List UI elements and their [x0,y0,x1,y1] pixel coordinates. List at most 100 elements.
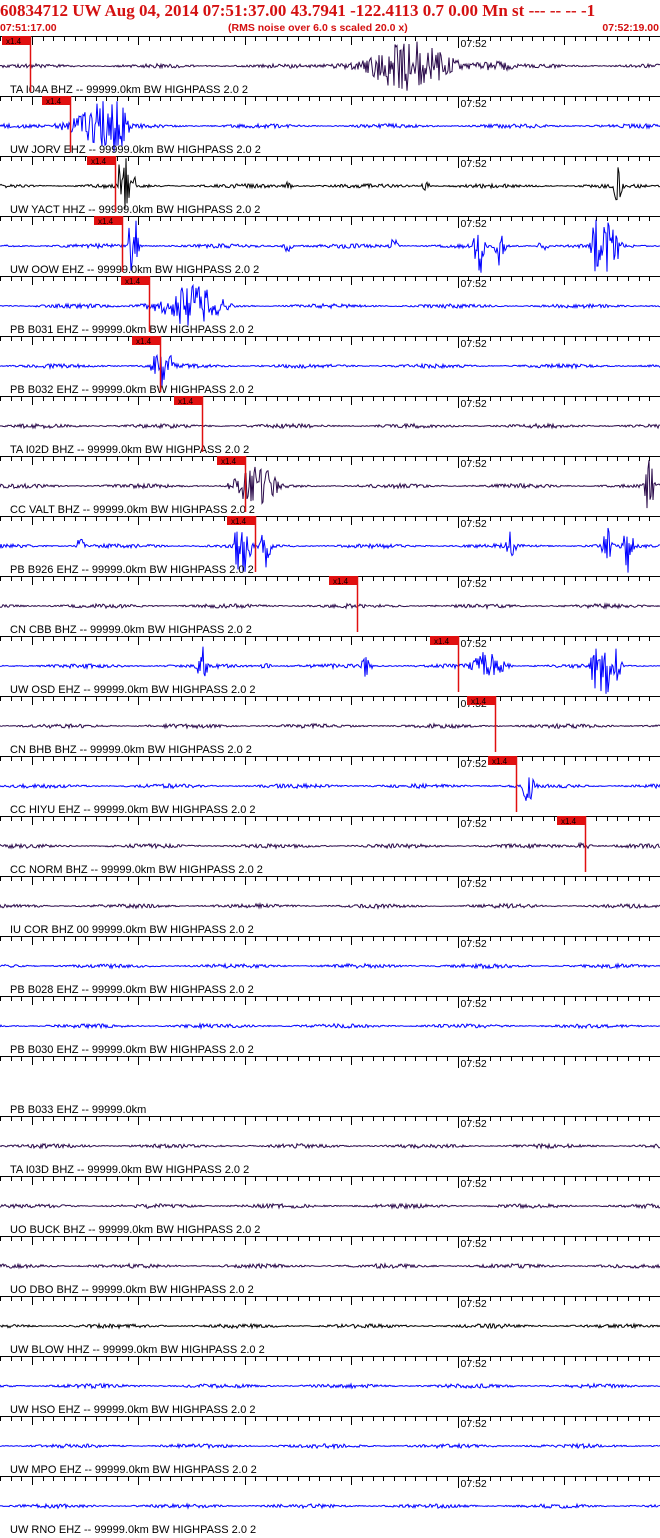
minute-tick-label: 07:52 [461,998,487,1010]
trace-row: 07:52 UW OOW EHZ -- 99999.0km BW HIGHPASS… [0,216,660,276]
trace-row: 07:52 UW BLOW HHZ -- 99999.0km BW HIGHPAS… [0,1296,660,1356]
trace-row: 07:52 UO BUCK BHZ -- 99999.0km BW HIGHPAS… [0,1176,660,1236]
minute-tick-label: 07:52 [461,38,487,50]
trace-row: 07:52 PB B028 EHZ -- 99999.0km BW HIGHPAS… [0,936,660,996]
trace-row: 07:52 CC HIYU EHZ -- 99999.0km BW HIGHPAS… [0,756,660,816]
minute-tick-label: 07:52 [461,1418,487,1430]
pick-flag-label: x1.4 [46,97,62,106]
trace-row: 07:52 TA I02D BHZ -- 99999.0km BW HIGHPAS… [0,396,660,456]
station-label: UW OOW EHZ -- 99999.0km BW HIGHPASS 2.0 … [10,264,259,276]
station-label: PB B033 EHZ -- 99999.0km [10,1104,146,1116]
trace-row: 07:52 CC VALT BHZ -- 99999.0km BW HIGHPAS… [0,456,660,516]
trace-row: 07:52 TA I03D BHZ -- 99999.0km BW HIGHPAS… [0,1116,660,1176]
minute-tick-label: 07:52 [461,278,487,290]
station-label: UO DBO BHZ -- 99999.0km BW HIGHPASS 2.0 … [10,1284,254,1296]
waveform [0,1442,660,1450]
trace-row: 07:52 TA I04A BHZ -- 99999.0km BW HIGHPAS… [0,36,660,96]
station-label: TA I03D BHZ -- 99999.0km BW HIGHPASS 2.0… [10,1164,249,1176]
trace-row: 07:52 UW JORV EHZ -- 99999.0km BW HIGHPAS… [0,96,660,156]
station-label: PB B032 EHZ -- 99999.0km BW HIGHPASS 2.0… [10,384,254,396]
minute-tick-label: 07:52 [461,818,487,830]
minute-tick-label: 07:52 [461,158,487,170]
pick-flag-label: x1.4 [434,637,450,646]
pick-flag-label: x1.4 [221,457,237,466]
station-label: IU COR BHZ 00 99999.0km BW HIGHPASS 2.0 … [10,924,254,936]
station-label: PB B926 EHZ -- 99999.0km BW HIGHPASS 2.0… [10,564,254,576]
minute-tick-label: 07:52 [461,458,487,470]
pick-flag-label: x1.4 [98,217,114,226]
waveform [0,1322,660,1330]
seismogram-plot: 07:52 TA I04A BHZ -- 99999.0km BW HIGHPAS… [0,36,660,1536]
station-label: CN BHB BHZ -- 99999.0km BW HIGHPASS 2.0 … [10,744,252,756]
station-label: UO BUCK BHZ -- 99999.0km BW HIGHPASS 2.0… [10,1224,260,1236]
trace-row: 07:52CN BHB BHZ -- 99999.0km BW HIGHPASS… [0,696,660,756]
trace-row: 07:52 PB B031 EHZ -- 99999.0km BW HIGHPAS… [0,276,660,336]
trace-row: 07:52 UW HSO EHZ -- 99999.0km BW HIGHPASS… [0,1356,660,1416]
minute-tick-label: 07:52 [461,1298,487,1310]
waveform [0,901,660,910]
minute-tick-label: 07:52 [461,98,487,110]
station-label: CN CBB BHZ -- 99999.0km BW HIGHPASS 2.0 … [10,624,252,636]
waveform [0,841,660,850]
minute-tick-label: 07:52 [461,578,487,590]
waveform [0,422,660,430]
chart-title: 60834712 UW Aug 04, 2014 07:51:37.00 43.… [0,1,596,20]
pick-flag-label: x1.4 [561,817,577,826]
station-label: UW OSD EHZ -- 99999.0km BW HIGHPASS 2.0 … [10,684,256,696]
pick-flag-label: x1.4 [231,517,247,526]
minute-tick-label: 07:52 [461,878,487,890]
waveform [0,777,660,801]
station-label: UW JORV EHZ -- 99999.0km BW HIGHPASS 2.0… [10,144,261,156]
pick-flag-label: x1.4 [91,157,107,166]
station-label: PB B031 EHZ -- 99999.0km BW HIGHPASS 2.0… [10,324,254,336]
station-label: UW MPO EHZ -- 99999.0km BW HIGHPASS 2.0 … [10,1464,257,1476]
waveform [0,1502,660,1510]
trace-row: 07:52 UW MPO EHZ -- 99999.0km BW HIGHPASS… [0,1416,660,1476]
pick-flag-label: x1.4 [333,577,349,586]
minute-tick-label: 07:52 [461,1178,487,1190]
waveform [0,1382,660,1390]
trace-row: 07:52 PB B926 EHZ -- 99999.0km BW HIGHPAS… [0,516,660,576]
station-label: PB B028 EHZ -- 99999.0km BW HIGHPASS 2.0… [10,984,254,996]
minute-tick-label: 07:52 [461,1238,487,1250]
waveform [0,962,660,970]
minute-tick-label: 07:52 [461,398,487,410]
rms-note-label: (RMS noise over 6.0 s scaled 20.0 x) [228,22,408,34]
waveform [0,602,660,610]
minute-tick-label: 07:52 [461,1058,487,1070]
trace-row: 07:52 UW YACT HHZ -- 99999.0km BW HIGHPAS… [0,156,660,216]
minute-tick-label: 07:52 [461,338,487,350]
pick-flag-label: x1.4 [178,397,194,406]
minute-tick-label: 07:52 [461,1358,487,1370]
minute-tick-label: 07:52 [461,758,487,770]
station-label: CC NORM BHZ -- 99999.0km BW HIGHPASS 2.0… [10,864,263,876]
trace-row: 07:52 PB B030 EHZ -- 99999.0km BW HIGHPAS… [0,996,660,1056]
minute-tick-label: 07:52 [461,518,487,530]
minute-tick-label: 07:52 [461,218,487,230]
pick-flag-label: x1.4 [6,37,22,46]
trace-row: 07:52 CN CBB BHZ -- 99999.0km BW HIGHPASS… [0,576,660,636]
station-label: UW YACT HHZ -- 99999.0km BW HIGHPASS 2.0… [10,204,260,216]
minute-tick-label: 07:52 [461,638,487,650]
pick-flag-label: x1.4 [492,757,508,766]
waveform [0,353,660,387]
trace-row: 07:52 UW OSD EHZ -- 99999.0km BW HIGHPASS… [0,636,660,696]
waveform [0,460,660,509]
end-time-label: 07:52:19.00 [602,22,659,34]
waveform [0,1142,660,1150]
station-label: PB B030 EHZ -- 99999.0km BW HIGHPASS 2.0… [10,1044,254,1056]
station-label: UW BLOW HHZ -- 99999.0km BW HIGHPASS 2.0… [10,1344,265,1356]
station-label: CC HIYU EHZ -- 99999.0km BW HIGHPASS 2.0… [10,804,256,816]
trace-row: 07:52 PB B032 EHZ -- 99999.0km BW HIGHPAS… [0,336,660,396]
station-label: UW RNO EHZ -- 99999.0km BW HIGHPASS 2.0 … [10,1524,256,1536]
pick-flag-label: x1.4 [125,277,141,286]
pick-flag-label: x1.4 [471,697,487,706]
trace-row: 07:52 UW RNO EHZ -- 99999.0km BW HIGHPASS… [0,1476,660,1536]
station-label: UW HSO EHZ -- 99999.0km BW HIGHPASS 2.0 … [10,1404,256,1416]
station-label: TA I04A BHZ -- 99999.0km BW HIGHPASS 2.0… [10,84,248,96]
waveform [0,1022,660,1030]
trace-row: 07:52 CC NORM BHZ -- 99999.0km BW HIGHPAS… [0,816,660,876]
waveform [0,722,660,730]
waveform [0,1202,660,1210]
trace-row: 07:52 PB B033 EHZ -- 99999.0km [0,1056,660,1116]
